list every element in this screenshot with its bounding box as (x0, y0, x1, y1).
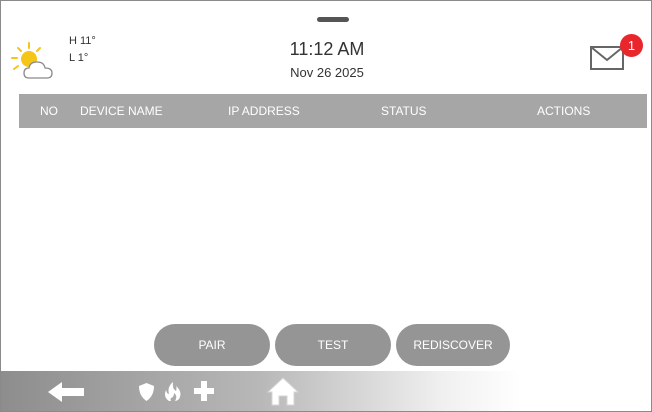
back-arrow-icon[interactable] (46, 381, 86, 403)
home-icon[interactable] (267, 376, 299, 406)
pair-button[interactable]: PAIR (154, 324, 270, 366)
column-no: NO (40, 104, 58, 118)
column-device-name: DEVICE NAME (80, 104, 163, 118)
clock-date: Nov 26 2025 (290, 65, 364, 80)
pull-down-handle[interactable] (317, 17, 349, 22)
message-count-badge: 1 (620, 34, 643, 57)
column-status: STATUS (381, 104, 427, 118)
temperature-low: L 1° (69, 52, 89, 64)
column-actions: ACTIONS (537, 104, 591, 118)
cross-icon[interactable] (193, 380, 215, 402)
panel-screen: H 11° L 1° 11:12 AM Nov 26 2025 1 NO DEV… (0, 0, 652, 412)
test-button[interactable]: TEST (275, 324, 391, 366)
device-table-header: NO DEVICE NAME IP ADDRESS STATUS ACTIONS (19, 94, 647, 128)
flame-icon[interactable] (162, 380, 184, 402)
temperature-high: H 11° (69, 35, 96, 47)
bottom-nav-bar (1, 371, 651, 411)
shield-icon[interactable] (138, 382, 155, 402)
partly-cloudy-icon (11, 42, 53, 79)
clock-time: 11:12 AM (289, 39, 365, 59)
column-ip-address: IP ADDRESS (228, 104, 300, 118)
rediscover-button[interactable]: REDISCOVER (396, 324, 510, 366)
